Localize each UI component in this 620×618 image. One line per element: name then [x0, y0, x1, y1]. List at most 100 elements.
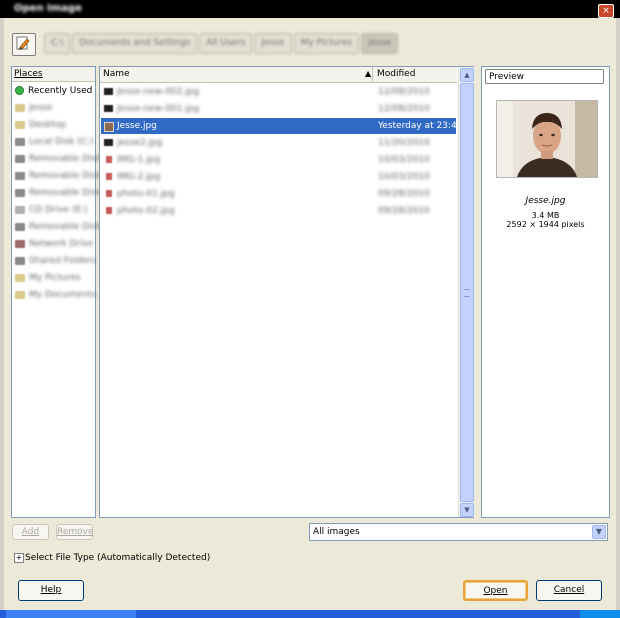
file-list-scrollbar[interactable]: ▲ ▼ [458, 67, 474, 517]
places-item-label: Removable Disk [29, 187, 102, 198]
portrait-photo-icon [497, 101, 597, 177]
file-name: photo-02.jpg [117, 206, 175, 216]
dialog-frame-right [616, 18, 620, 610]
window-close-button[interactable]: × [598, 4, 614, 18]
scroll-down-arrow-icon[interactable]: ▼ [460, 503, 474, 517]
folder-icon [15, 120, 25, 129]
places-item[interactable]: Removable Disk [12, 184, 101, 201]
window-titlebar[interactable]: Open Image × [0, 0, 620, 18]
file-modified: Yesterday at 23:44 [378, 121, 463, 131]
places-item[interactable]: Removable Disk [12, 167, 101, 184]
column-header-name[interactable]: Name [103, 69, 130, 79]
places-header[interactable]: Places [12, 67, 95, 82]
remove-place-button[interactable]: Remove [56, 524, 94, 540]
file-row[interactable]: IMG-2.jpg 10/03/2010 [101, 169, 456, 185]
file-name: IMG-1.jpg [117, 155, 161, 165]
file-row[interactable]: Jesse.jpg Yesterday at 23:44 [101, 118, 462, 134]
file-row[interactable]: photo-01.jpg 09/28/2010 [101, 186, 456, 202]
system-tray [580, 610, 620, 618]
preview-pane: Preview Jesse.jpg 3.4 MB 2592 × 1944 pix… [481, 66, 610, 518]
places-item-label: Desktop [29, 119, 67, 130]
places-item[interactable]: CD Drive (E:) [12, 201, 95, 218]
chevron-down-icon[interactable]: ▼ [592, 525, 606, 539]
path-crumb[interactable]: C:\ [44, 33, 71, 54]
places-item[interactable]: Recently Used [12, 82, 95, 99]
places-item-label: Removable Disk [29, 170, 102, 181]
type-location-button[interactable] [12, 33, 36, 56]
file-name: IMG-2.jpg [117, 172, 161, 182]
places-item-label: Shared Folders [29, 255, 97, 266]
add-button-label: Add [21, 527, 40, 537]
column-header-modified[interactable]: Modified [377, 69, 415, 79]
places-item-label: My Pictures [29, 272, 81, 283]
help-button-label: Help [40, 585, 62, 595]
scroll-up-arrow-icon[interactable]: ▲ [460, 68, 474, 82]
file-row[interactable]: Jesse-new-002.jpg 12/08/2010 [101, 84, 456, 100]
image-file-icon [106, 173, 112, 180]
places-item[interactable]: Desktop [12, 116, 95, 133]
select-file-type-expander[interactable]: Select File Type (Automatically Detected… [25, 553, 210, 563]
places-item[interactable]: My Pictures [12, 269, 95, 286]
network-drive-icon [15, 239, 25, 248]
add-place-button[interactable]: Add [12, 524, 49, 540]
file-row[interactable]: IMG-1.jpg 10/03/2010 [101, 152, 456, 168]
remove-button-label: Remove [57, 527, 94, 537]
places-item[interactable]: Shared Folders [12, 252, 97, 269]
file-modified: 11/20/2010 [378, 138, 430, 148]
drive-icon [15, 188, 25, 197]
file-row[interactable]: Jesse-new-001.jpg 12/08/2010 [101, 101, 456, 117]
file-name: jesse2.jpg [117, 138, 163, 148]
path-crumb-current[interactable]: Jesse [361, 33, 399, 54]
places-item-label: Removable Disk [29, 221, 102, 232]
places-item-label: Local Disk (C:) [29, 136, 94, 147]
scrollbar-grip-icon [464, 289, 470, 297]
places-item-label: Jesse [29, 102, 53, 113]
column-separator[interactable] [372, 67, 373, 82]
file-name: Jesse-new-002.jpg [117, 87, 200, 97]
image-file-icon [106, 156, 112, 163]
places-item[interactable]: Removable Disk [12, 150, 101, 167]
folder-icon [15, 103, 25, 112]
open-button-label: Open [483, 586, 508, 596]
path-crumb[interactable]: All Users [199, 33, 253, 54]
file-modified: 12/08/2010 [378, 104, 430, 114]
preview-file-size: 3.4 MB [531, 211, 560, 220]
preview-toggle-button[interactable]: Preview [485, 69, 604, 84]
path-crumb[interactable]: Jesse [254, 33, 292, 54]
places-header-label: Places [14, 69, 43, 79]
file-name: photo-01.jpg [117, 189, 175, 199]
file-modified: 10/03/2010 [378, 155, 430, 165]
places-item-label: My Documents [29, 289, 97, 300]
drive-icon [15, 154, 25, 163]
expand-icon[interactable]: + [14, 553, 24, 563]
cancel-button[interactable]: Cancel [536, 580, 602, 601]
image-file-icon [106, 190, 112, 197]
places-item[interactable]: Removable Disk [12, 218, 101, 235]
places-item[interactable]: My Documents [12, 286, 97, 303]
places-item-label: Recently Used [28, 85, 93, 96]
places-item[interactable]: Local Disk (C:) [12, 133, 95, 150]
help-button[interactable]: Help [18, 580, 84, 601]
places-pane: Places Recently Used Jesse Desktop Local Di… [11, 66, 101, 518]
file-row[interactable]: jesse2.jpg 11/20/2010 [101, 135, 456, 151]
taskbar-item[interactable] [6, 610, 136, 618]
file-row[interactable]: photo-02.jpg 09/28/2010 [101, 203, 456, 219]
preview-filename: Jesse.jpg [525, 196, 566, 206]
file-filter-select[interactable]: All images ▼ [309, 523, 608, 541]
path-crumb[interactable]: My Pictures [293, 33, 360, 54]
drive-icon [15, 222, 25, 231]
path-crumb[interactable]: Documents and Settings [72, 33, 198, 54]
places-item[interactable]: Jesse [12, 99, 95, 116]
preview-button-label: Preview [489, 72, 525, 82]
pencil-icon [16, 36, 30, 50]
scrollbar-thumb[interactable] [460, 83, 474, 502]
preview-dimensions: 2592 × 1944 pixels [506, 220, 585, 229]
file-name: Jesse-new-001.jpg [117, 104, 200, 114]
open-button[interactable]: Open [463, 580, 528, 601]
drive-icon [15, 171, 25, 180]
window-title: Open Image [14, 3, 82, 14]
dialog-frame-left [0, 18, 4, 610]
preview-thumbnail [496, 100, 598, 178]
places-item[interactable]: Network Drive [12, 235, 95, 252]
file-filter-value: All images [313, 527, 360, 537]
